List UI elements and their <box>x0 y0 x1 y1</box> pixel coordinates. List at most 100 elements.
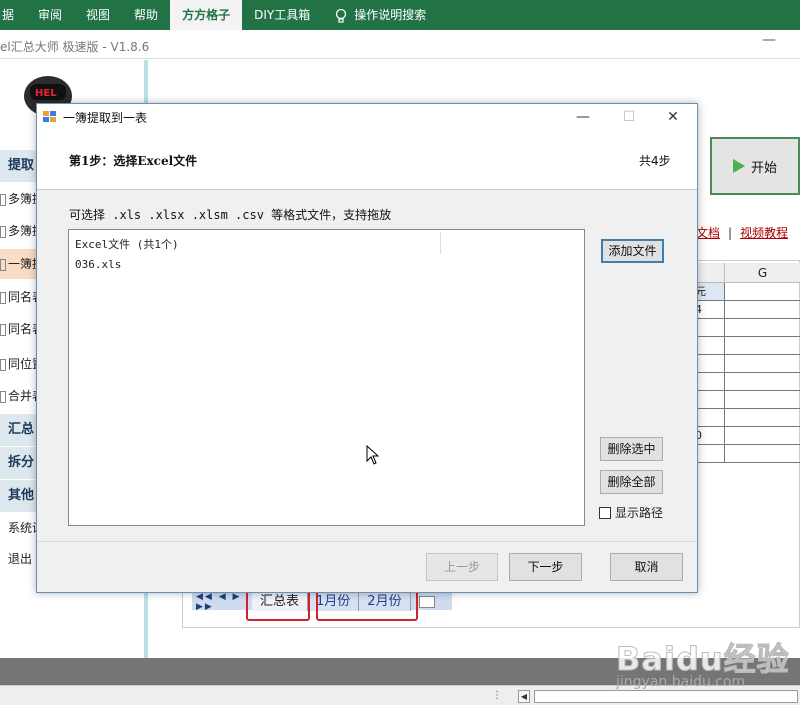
step-count: 共4步 <box>639 154 671 168</box>
dialog-close-button[interactable]: ✕ <box>653 104 693 130</box>
sidebar-item-multi-book-2[interactable]: 多簿提 <box>0 216 38 246</box>
delete-all-button[interactable]: 删除全部 <box>600 470 663 494</box>
sheet-cell <box>725 409 800 426</box>
sheet-cell <box>695 337 725 354</box>
step-title: 第1步：选择Excel文件 <box>69 154 198 168</box>
play-icon <box>732 159 745 173</box>
show-path-toggle[interactable]: 显示路径 <box>599 504 663 521</box>
doc-link[interactable]: 文档 <box>696 226 720 240</box>
dialog-maximize-button[interactable]: ☐ <box>609 104 649 130</box>
sidebar-item-settings[interactable]: 系统设 <box>0 513 38 543</box>
sheet-row <box>695 337 800 355</box>
sidebar-item-label: 同名表 <box>8 290 38 304</box>
sidebar-section-other[interactable]: 其他 <box>0 480 38 512</box>
ribbon-tab-diy[interactable]: DIY工具箱 <box>242 0 322 30</box>
file-list[interactable]: Excel文件 (共1个) 036.xls <box>68 229 585 526</box>
show-path-checkbox[interactable] <box>599 506 611 519</box>
baidu-watermark: Baidu经验 jingyan.baidu.com <box>612 612 792 696</box>
dialog-title: 一簿提取到一表 <box>63 110 148 125</box>
new-sheet-icon[interactable] <box>418 595 435 608</box>
dialog-minimize-button[interactable]: — <box>563 104 603 130</box>
sidebar-item-merge[interactable]: 合并表 <box>0 381 38 411</box>
header-divider <box>0 58 800 59</box>
sheet-row: 元 <box>695 283 800 301</box>
column-separator <box>440 232 441 254</box>
watermark-url: jingyan.baidu.com <box>616 674 746 690</box>
file-list-header: Excel文件 (共1个) <box>75 238 179 251</box>
sheet-row <box>695 373 800 391</box>
sheet-cell: 4 <box>695 301 725 318</box>
ribbon-tab-view[interactable]: 视图 <box>74 0 122 30</box>
sheet-cell <box>695 355 725 372</box>
file-type-hint: 可选择 .xls .xlsx .xlsm .csv 等格式文件，支持拖放 <box>69 208 392 222</box>
list-item[interactable]: 036.xls <box>75 258 121 271</box>
add-file-button[interactable]: 添加文件 <box>601 239 664 263</box>
sheet-cell <box>725 319 800 336</box>
start-button[interactable]: 开始 <box>710 137 800 195</box>
sheet-cell <box>725 301 800 318</box>
sheet-cell <box>695 409 725 426</box>
lightbulb-icon <box>336 8 347 23</box>
sidebar-item-label: 多簿提 <box>8 192 38 206</box>
scroll-left-icon[interactable]: ◀ <box>518 690 530 703</box>
sheet-row <box>695 355 800 373</box>
sidebar-item-label: 同名表 <box>8 322 38 336</box>
sidebar-section-summary[interactable]: 汇总 <box>0 414 38 446</box>
app-minimize-button[interactable]: — <box>762 32 776 48</box>
link-separator: | <box>728 226 733 240</box>
mouse-cursor-icon <box>366 445 380 465</box>
sheet-cell <box>725 337 800 354</box>
sheet-cell: 元 <box>695 283 725 300</box>
delete-selected-button[interactable]: 删除选中 <box>600 437 663 461</box>
show-path-label: 显示路径 <box>615 506 664 520</box>
sheet-cell <box>725 283 800 300</box>
cancel-button[interactable]: 取消 <box>610 553 683 581</box>
sheet-row <box>695 319 800 337</box>
item-icon <box>0 390 6 403</box>
sidebar-item-same-position[interactable]: 同位置 <box>0 349 38 379</box>
dialog-titlebar[interactable]: 一簿提取到一表 — ☐ ✕ <box>37 104 697 130</box>
sheet-cell <box>725 427 800 444</box>
sidebar-item-same-name-1[interactable]: 同名表 <box>0 282 38 312</box>
sidebar-item-label: 多簿提 <box>8 224 38 238</box>
sheet-cell <box>725 355 800 372</box>
sidebar-item-same-name-2[interactable]: 同名表 <box>0 314 38 344</box>
help-links: 文档 | 视频教程 <box>696 224 788 241</box>
sheet-row <box>695 409 800 427</box>
sidebar-item-label: 同位置 <box>8 357 38 371</box>
sidebar-item-label: 合并表 <box>8 389 38 403</box>
item-icon <box>0 323 6 336</box>
extract-dialog: 一簿提取到一表 — ☐ ✕ 第1步：选择Excel文件 共4步 可选择 .xls… <box>36 103 698 593</box>
sidebar-item-label: 一簿提 <box>8 257 38 271</box>
prev-step-button[interactable]: 上一步 <box>426 553 498 581</box>
ribbon-search[interactable]: 操作说明搜索 <box>322 0 438 30</box>
sheet-cell <box>695 445 725 462</box>
ribbon-tab-review[interactable]: 审阅 <box>26 0 74 30</box>
sidebar-section-extract[interactable]: 提取 <box>0 150 38 182</box>
column-header <box>695 263 725 282</box>
sheet-row <box>695 391 800 409</box>
mascot-text: HEL <box>35 88 57 99</box>
sidebar-item-multi-book-1[interactable]: 多簿提 <box>0 184 38 214</box>
sheet-cell <box>695 373 725 390</box>
start-button-label: 开始 <box>750 160 777 176</box>
sheet-grid: G 元 4 0 <box>695 263 800 463</box>
ribbon-tab-fangfang[interactable]: 方方格子 <box>170 0 243 30</box>
sheet-cell <box>695 319 725 336</box>
sheet-cell <box>725 373 800 390</box>
next-step-button[interactable]: 下一步 <box>509 553 582 581</box>
sheet-cell <box>725 391 800 408</box>
item-icon <box>0 193 6 206</box>
video-tutorial-link[interactable]: 视频教程 <box>740 226 788 240</box>
sheet-row <box>695 445 800 463</box>
sheet-nav-arrows[interactable]: ◀◀ ◀ ▶ ▶▶ <box>192 592 252 612</box>
sidebar-section-split[interactable]: 拆分 <box>0 447 38 479</box>
sidebar-item-exit[interactable]: 退出 <box>0 544 38 574</box>
sidebar-item-one-book[interactable]: 一簿提 <box>0 249 38 279</box>
sheet-cell <box>725 445 800 462</box>
item-icon <box>0 225 6 238</box>
ribbon-tab-help[interactable]: 帮助 <box>122 0 170 30</box>
ribbon-bar: 据 审阅 视图 帮助 方方格子 DIY工具箱 操作说明搜索 <box>0 0 800 30</box>
ribbon-tab-data[interactable]: 据 <box>0 0 26 30</box>
dialog-step-header: 第1步：选择Excel文件 共4步 <box>37 130 697 190</box>
